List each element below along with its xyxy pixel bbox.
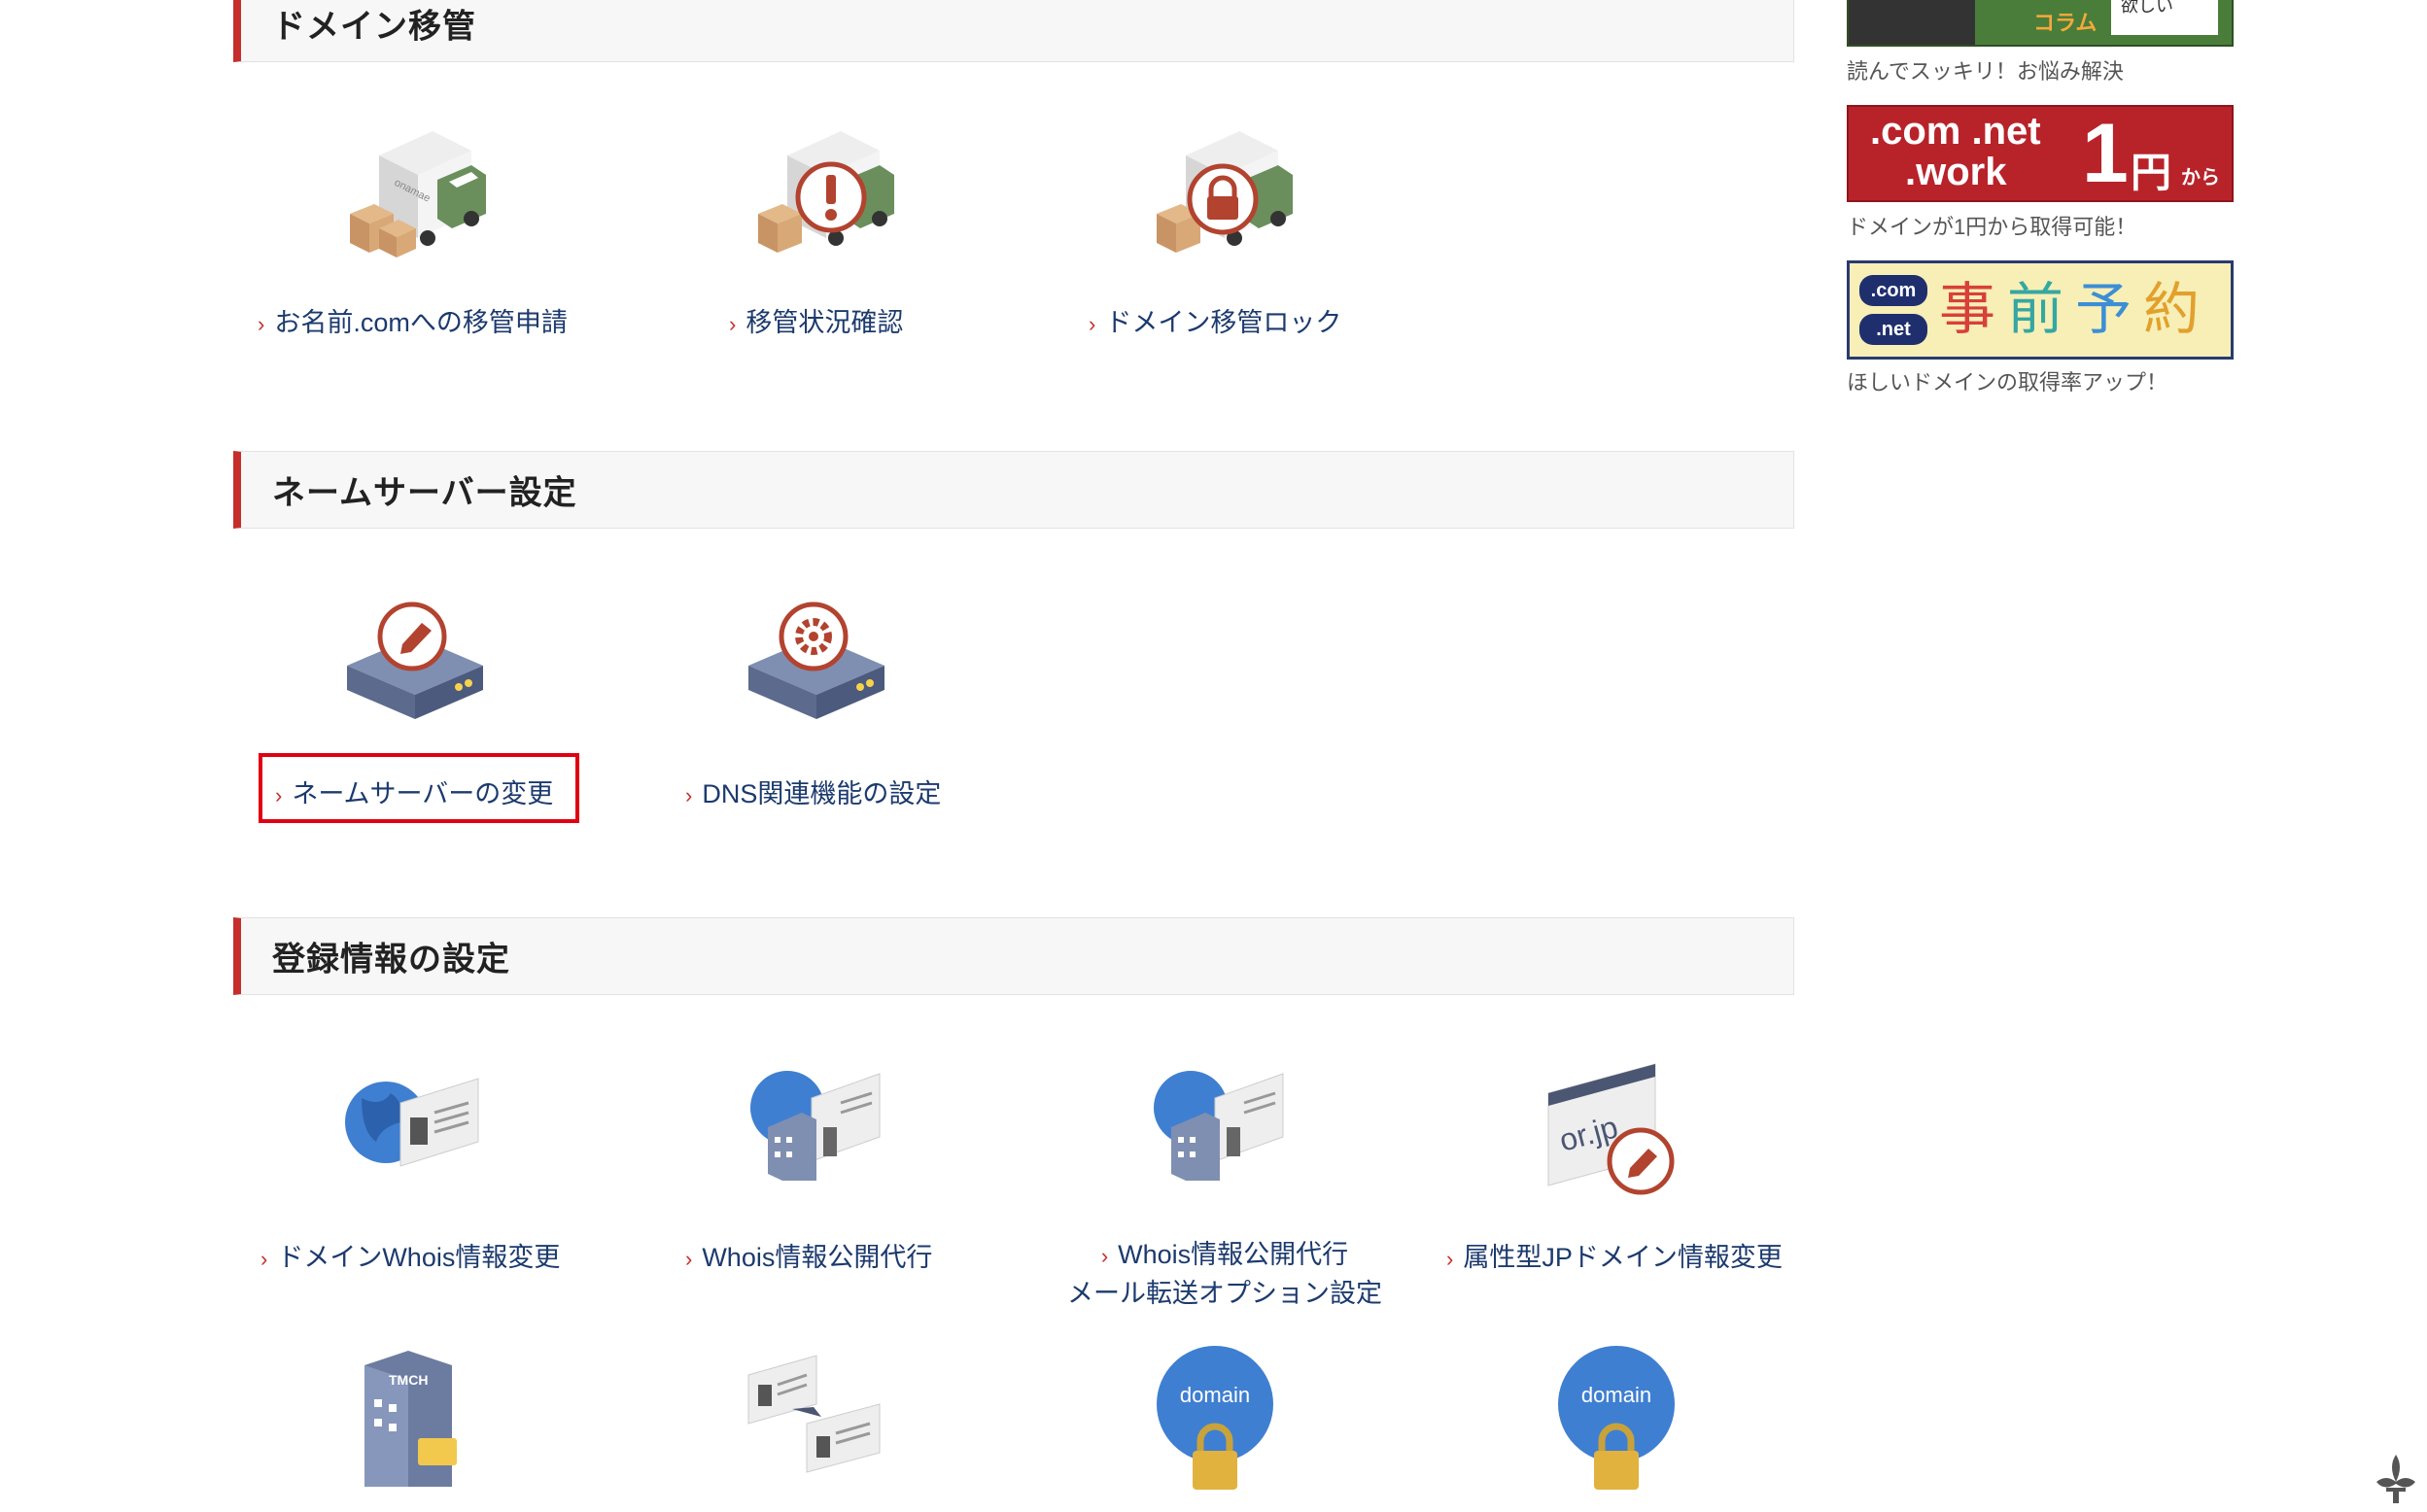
chevron-right-icon: › [1100, 1244, 1109, 1268]
server-gear-icon [748, 601, 884, 719]
section-title: ネームサーバー設定 [272, 474, 577, 512]
section-title: ドメイン移管 [272, 8, 476, 46]
transfer-status-item[interactable]: › 移管状況確認 [729, 121, 1118, 337]
whois-mail-forward-link[interactable]: › Whois情報公開代行 メール転送オプション設定 [1059, 1236, 1390, 1312]
section-header-registration: 登録情報の設定 [233, 917, 1794, 995]
whois-mail-forward-item[interactable]: › Whois情報公開代行 メール転送オプション設定 [1059, 1059, 1390, 1308]
transfer-request-link[interactable]: › お名前.comへの移管申請 [258, 301, 568, 339]
svg-text:TMCH: TMCH [389, 1372, 428, 1388]
domain-lock-icon: domain [1157, 1346, 1273, 1490]
globe-id-card-icon [345, 1078, 479, 1167]
pre-reservation-banner-caption: ほしいドメインの取得率アップ！ [1847, 370, 2168, 395]
jp-window-edit-icon: or.jp [1547, 1063, 1675, 1195]
truck-boxes-icon: onamae [350, 131, 486, 258]
jp-domain-change-item[interactable]: or.jp › 属性型JPドメイン情報変更 [1446, 1059, 1835, 1272]
tmch-building-icon: TMCH [364, 1351, 457, 1487]
chevron-right-icon: › [685, 783, 693, 808]
truck-alert-icon [758, 131, 894, 253]
transfer-lock-item[interactable]: › ドメイン移管ロック [1089, 121, 1477, 337]
globe-building-mail-icon [1154, 1071, 1284, 1181]
section-title: 登録情報の設定 [272, 941, 510, 979]
truck-lock-icon [1157, 131, 1293, 253]
column-banner-caption: 読んでスッキリ！お悩み解決 [1847, 59, 2124, 84]
svg-text:domain: domain [1180, 1383, 1250, 1407]
svg-text:domain: domain [1581, 1383, 1651, 1407]
whois-proxy-item[interactable]: › Whois情報公開代行 [685, 1059, 1074, 1272]
whois-change-link[interactable]: › ドメインWhois情報変更 [260, 1236, 560, 1274]
one-yen-banner[interactable]: .com .net .work 1 円 から [1847, 105, 2234, 202]
chevron-right-icon: › [1089, 312, 1096, 336]
pre-reservation-banner[interactable]: .com .net 事 前 予 約 [1847, 260, 2234, 360]
one-yen-banner-caption: ドメインが1円から取得可能！ [1847, 215, 2137, 239]
globe-building-icon [750, 1071, 881, 1181]
column-banner[interactable]: コラム 欲しい [1847, 0, 2234, 47]
transfer-status-link[interactable]: › 移管状況確認 [729, 301, 903, 339]
chevron-right-icon: › [260, 1247, 268, 1271]
chevron-right-icon: › [1446, 1247, 1454, 1271]
chevron-right-icon: › [685, 1247, 693, 1271]
chevron-right-icon: › [258, 312, 265, 336]
dns-settings-item[interactable]: › DNS関連機能の設定 [685, 598, 1074, 808]
section-header-domain-transfer: ドメイン移管 [233, 0, 1794, 62]
chevron-right-icon: › [729, 312, 737, 336]
jp-domain-change-link[interactable]: › 属性型JPドメイン情報変更 [1446, 1236, 1783, 1274]
fleur-de-lis-icon [2376, 1455, 2415, 1503]
whois-change-item[interactable]: › ドメインWhois情報変更 [260, 1059, 649, 1272]
id-cards-transfer-icon [747, 1355, 881, 1473]
server-edit-icon [347, 601, 483, 719]
whois-proxy-link[interactable]: › Whois情報公開代行 [685, 1236, 932, 1274]
transfer-request-item[interactable]: onamae › お名前.comへの移管申請 [253, 121, 641, 337]
transfer-lock-link[interactable]: › ドメイン移管ロック [1089, 301, 1341, 339]
domain-lock-icon: domain [1558, 1346, 1675, 1490]
highlight-box [259, 753, 579, 823]
section-header-nameserver: ネームサーバー設定 [233, 451, 1794, 529]
dns-settings-link[interactable]: › DNS関連機能の設定 [685, 773, 941, 810]
